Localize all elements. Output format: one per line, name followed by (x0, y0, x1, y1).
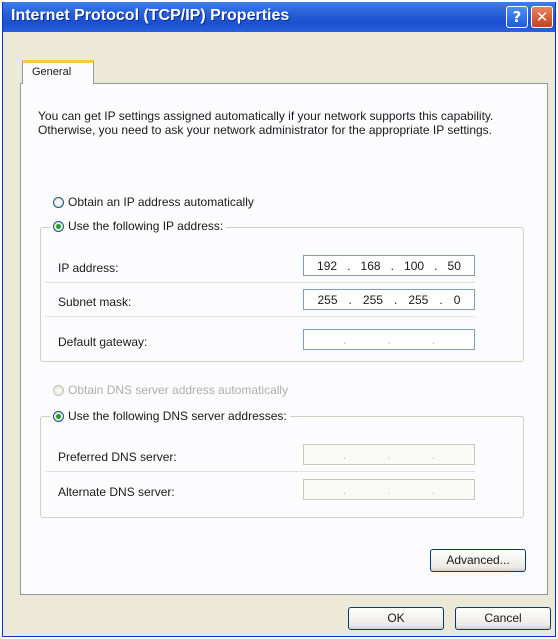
ip-dot: . (390, 258, 394, 273)
ip-address-label: IP address: (58, 261, 119, 275)
ip-octet: 168 (360, 258, 381, 273)
ip-auto-label: Obtain an IP address automatically (68, 195, 254, 209)
cancel-button[interactable]: Cancel (455, 607, 551, 630)
ip-address-input[interactable]: 192. 168. 100. 50 (303, 255, 475, 276)
ip-dot: . (387, 332, 391, 347)
ip-dot: . (431, 332, 436, 347)
alternate-dns-input[interactable]: . . . (303, 479, 475, 500)
ip-auto-radio[interactable] (53, 196, 64, 208)
ip-dot: . (387, 447, 391, 462)
tab-general[interactable]: General (22, 60, 94, 84)
default-gateway-label: Default gateway: (58, 335, 148, 349)
dns-auto-option[interactable]: Obtain DNS server address automatically (53, 383, 288, 397)
preferred-dns-label: Preferred DNS server: (58, 450, 177, 464)
ip-octet: 255 (362, 292, 383, 307)
ip-octet: 100 (404, 258, 425, 273)
dns-manual-radio[interactable] (53, 410, 64, 422)
row-divider (45, 282, 475, 283)
ip-dot: . (342, 482, 347, 497)
alternate-dns-label: Alternate DNS server: (58, 485, 175, 499)
row-divider (45, 471, 475, 472)
row-divider (45, 316, 475, 317)
ip-dot: . (431, 447, 436, 462)
ip-dot: . (387, 482, 391, 497)
description-text: You can get IP settings assigned automat… (38, 109, 494, 137)
dns-group-box (40, 416, 524, 518)
ok-button[interactable]: OK (348, 607, 444, 630)
ip-dot: . (431, 482, 436, 497)
title-bar[interactable]: Internet Protocol (TCP/IP) Properties ? … (3, 2, 555, 32)
tab-general-label: General (32, 66, 72, 78)
ip-manual-radio[interactable] (53, 220, 64, 232)
ip-octet: 255 (317, 292, 338, 307)
ip-octet: 192 (317, 258, 338, 273)
subnet-mask-label: Subnet mask: (58, 295, 132, 309)
preferred-dns-input[interactable]: . . . (303, 444, 475, 465)
tcpip-properties-dialog: Internet Protocol (TCP/IP) Properties ? … (2, 2, 556, 637)
ip-dot: . (348, 292, 352, 307)
ip-manual-option[interactable]: Use the following IP address: (50, 219, 227, 233)
ip-manual-label: Use the following IP address: (68, 219, 224, 233)
dns-auto-label: Obtain DNS server address automatically (68, 383, 289, 397)
advanced-button[interactable]: Advanced... (430, 549, 526, 572)
ip-dot: . (342, 447, 347, 462)
dns-manual-option[interactable]: Use the following DNS server addresses: (50, 409, 290, 423)
dns-auto-radio[interactable] (53, 384, 64, 396)
ip-dot: . (393, 292, 398, 307)
ip-octet: 255 (408, 292, 429, 307)
default-gateway-input[interactable]: . . . (303, 329, 475, 350)
ip-dot: . (439, 292, 443, 307)
ip-auto-option[interactable]: Obtain an IP address automatically (53, 195, 254, 209)
ip-dot: . (347, 258, 351, 273)
close-icon[interactable]: ✕ (531, 6, 553, 28)
subnet-mask-input[interactable]: 255. 255. 255. 0 (303, 289, 475, 310)
ip-octet: 0 (453, 292, 461, 307)
ip-octet: 50 (447, 258, 461, 273)
window-title: Internet Protocol (TCP/IP) Properties (11, 7, 290, 24)
ip-dot: . (434, 258, 438, 273)
help-icon[interactable]: ? (506, 6, 528, 28)
dns-manual-label: Use the following DNS server addresses: (68, 409, 287, 423)
ip-dot: . (342, 332, 347, 347)
